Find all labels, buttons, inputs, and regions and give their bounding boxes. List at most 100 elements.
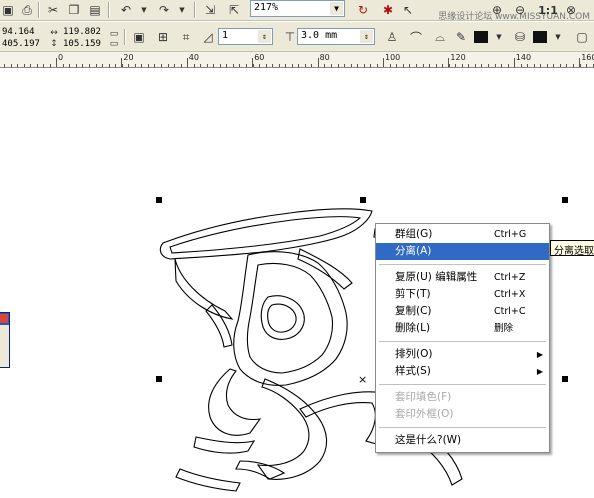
import-icon[interactable]: ⇲ <box>202 2 218 18</box>
zoom-combo[interactable]: 217% ▼ <box>250 0 345 17</box>
ruler-minor-tick <box>396 64 398 67</box>
zoom-in-icon[interactable]: ⊕ <box>489 2 505 18</box>
ruler-minor-tick <box>115 64 117 67</box>
menu-separator <box>379 384 546 385</box>
ruler-minor-tick <box>108 64 110 67</box>
ruler-minor-tick <box>455 64 457 67</box>
redo-icon[interactable]: ↷ <box>156 2 172 18</box>
chevron-down-icon[interactable]: ▼ <box>174 2 190 18</box>
chevron-down-icon[interactable]: ▼ <box>550 29 566 45</box>
selection-handle[interactable] <box>156 376 162 382</box>
ruler-minor-tick <box>409 64 411 67</box>
ruler-minor-tick <box>357 64 359 67</box>
horizontal-ruler[interactable]: 0 20 40 60 80 100 120 140 160 <box>0 52 594 68</box>
outline-color-icon[interactable]: ⌓ <box>432 29 448 45</box>
rotation-field[interactable]: 1 ⇕ <box>218 28 273 45</box>
height-field[interactable]: 105.159 <box>63 38 101 50</box>
ruler-minor-tick <box>10 64 12 67</box>
ruler-minor-tick <box>344 64 346 67</box>
close-icon[interactable] <box>0 314 8 323</box>
ruler-minor-tick <box>317 64 319 67</box>
menu-item: 套印填色(F) <box>376 389 549 406</box>
menu-item: 套印外框(O) <box>376 406 549 423</box>
menu-item-label: 排列(O) <box>395 348 433 360</box>
menu-item[interactable]: 复制(C) Ctrl+C <box>376 303 549 320</box>
ruler-minor-tick <box>180 64 182 67</box>
menu-item[interactable]: 样式(S) ▶ <box>376 363 549 380</box>
docker-window[interactable] <box>0 312 10 368</box>
help-icon[interactable]: ↖ <box>400 2 416 18</box>
ungroup-icon[interactable]: ⊞ <box>155 29 171 45</box>
ruler-minor-tick <box>17 64 19 67</box>
chevron-down-icon[interactable]: ▼ <box>136 2 152 18</box>
copy-icon[interactable]: ❐ <box>66 2 82 18</box>
ruler-minor-tick <box>285 64 287 67</box>
ruler-minor-tick <box>370 64 372 67</box>
ruler-minor-tick <box>102 64 104 67</box>
zoom-out-icon[interactable]: ⊖ <box>512 2 528 18</box>
menu-item[interactable]: 排列(O) ▶ <box>376 346 549 363</box>
chevron-down-icon[interactable]: ▼ <box>330 2 343 15</box>
x-position-field[interactable]: 94.164 <box>2 26 35 38</box>
convert-icon[interactable]: ✱ <box>380 2 396 18</box>
ruler-minor-tick <box>160 64 162 67</box>
ruler-minor-tick <box>435 64 437 67</box>
selection-handle[interactable] <box>156 197 162 203</box>
spinner-icon[interactable]: ⇕ <box>258 30 271 43</box>
ruler-minor-tick <box>553 64 555 67</box>
context-menu: 群组(G) Ctrl+G 分离(A) 复原(U) 编辑属性 Ctrl+Z 剪下(T) Ctr… <box>375 223 550 453</box>
combine-icon[interactable]: ⌗ <box>178 29 194 45</box>
ruler-minor-tick <box>49 64 51 67</box>
center-marker-icon[interactable]: × <box>358 373 367 386</box>
scale-lock-icon[interactable]: ▭ <box>106 36 122 52</box>
spinner-icon[interactable]: ⇕ <box>360 30 373 43</box>
ruler-minor-tick <box>376 64 378 67</box>
outline-color-swatch[interactable] <box>474 31 488 43</box>
paste-icon[interactable]: ▤ <box>87 2 103 18</box>
ruler-minor-tick <box>579 64 581 67</box>
fill-color-swatch[interactable] <box>533 31 547 43</box>
export-icon[interactable]: ⇱ <box>226 2 242 18</box>
ruler-minor-tick <box>187 64 189 67</box>
selection-handle[interactable] <box>360 197 366 203</box>
ruler-minor-tick <box>128 64 130 67</box>
menu-item-label: 分离(A) <box>395 245 432 257</box>
menu-item[interactable]: 复原(U) 编辑属性 Ctrl+Z <box>376 269 549 286</box>
menu-item-label: 群组(G) <box>395 228 433 240</box>
group-icon[interactable]: ▣ <box>131 29 147 45</box>
save-icon[interactable]: ▣ <box>0 2 16 18</box>
selection-handle[interactable] <box>562 197 568 203</box>
ruler-minor-tick <box>416 64 418 67</box>
toolbar-separator <box>108 2 110 18</box>
zoom-fit-icon[interactable]: ⊗ <box>563 2 579 18</box>
ruler-minor-tick <box>43 64 45 67</box>
selection-handle[interactable] <box>562 376 568 382</box>
y-position-field[interactable]: 405.197 <box>2 38 40 50</box>
ruler-minor-tick <box>259 64 261 67</box>
fill-bucket-icon[interactable]: ⛁ <box>512 29 528 45</box>
pen-icon[interactable]: ✎ <box>453 29 469 45</box>
lock-icon[interactable]: ↻ <box>355 2 371 18</box>
ruler-minor-tick <box>278 64 280 67</box>
undo-icon[interactable]: ↶ <box>118 2 134 18</box>
menu-item[interactable]: 这是什么?(W) <box>376 432 549 449</box>
menu-item[interactable]: 删除(L) 删除 <box>376 320 549 337</box>
ruler-minor-tick <box>501 64 503 67</box>
outline-pen-icon[interactable]: ♙ <box>384 29 400 45</box>
menu-item-shortcut: 删除 <box>494 323 514 334</box>
chevron-down-icon[interactable]: ▼ <box>491 29 507 45</box>
outline-width-field[interactable]: 3.0 mm ⇕ <box>297 28 375 45</box>
menu-item[interactable]: 剪下(T) Ctrl+X <box>376 286 549 303</box>
actual-size-icon[interactable]: 1:1 <box>538 2 558 18</box>
outline-style-icon[interactable]: ⌒ <box>408 29 424 45</box>
ruler-minor-tick <box>363 64 365 67</box>
ruler-minor-tick <box>448 64 450 67</box>
cut-icon[interactable]: ✂ <box>45 2 61 18</box>
menu-item[interactable]: 群组(G) Ctrl+G <box>376 226 549 243</box>
ruler-minor-tick <box>23 64 25 67</box>
width-field[interactable]: 119.802 <box>63 26 101 38</box>
print-icon[interactable]: ⎙ <box>19 2 35 18</box>
options-icon[interactable]: ▢ <box>574 29 590 45</box>
menu-item-label: 套印外框(O) <box>395 408 454 420</box>
menu-item[interactable]: 分离(A) <box>376 243 549 260</box>
